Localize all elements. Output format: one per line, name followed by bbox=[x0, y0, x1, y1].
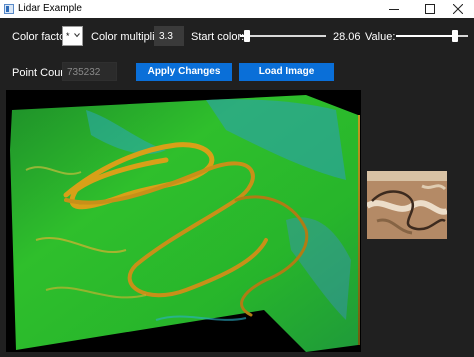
color-factor-value: * bbox=[66, 31, 70, 41]
chevron-down-icon bbox=[74, 33, 80, 38]
close-icon bbox=[453, 4, 463, 14]
minimize-icon bbox=[389, 9, 399, 10]
color-factor-select[interactable]: * bbox=[62, 26, 83, 46]
point-count-field: 735232 bbox=[62, 62, 117, 81]
start-color-slider[interactable] bbox=[240, 29, 326, 43]
title-bar: Lidar Example bbox=[0, 0, 474, 18]
start-color-value: 28.06 bbox=[333, 31, 361, 43]
start-color-label: Start color: bbox=[191, 31, 245, 43]
source-image-thumbnail bbox=[367, 171, 447, 239]
value-label: Value: bbox=[365, 31, 396, 43]
load-image-button[interactable]: Load Image bbox=[239, 63, 334, 81]
terrain-render bbox=[10, 95, 360, 352]
apply-changes-button[interactable]: Apply Changes bbox=[136, 63, 232, 81]
slider-fill bbox=[396, 35, 455, 37]
color-factor-label: Color factor bbox=[12, 31, 69, 43]
color-multiplier-input[interactable]: 3.3 bbox=[154, 26, 184, 46]
aerial-photo-thumbnail bbox=[367, 171, 447, 239]
value-slider[interactable] bbox=[396, 29, 468, 43]
app-window-icon bbox=[4, 4, 14, 14]
maximize-icon bbox=[425, 4, 435, 14]
terrain-side bbox=[358, 115, 360, 345]
app-body: Color factor * Color multiplier 3.3 Star… bbox=[0, 18, 474, 357]
close-button[interactable] bbox=[442, 0, 474, 18]
slider-thumb[interactable] bbox=[452, 30, 458, 42]
slider-track bbox=[240, 35, 326, 37]
lidar-3d-viewport[interactable] bbox=[6, 90, 361, 352]
minimize-button[interactable] bbox=[378, 0, 410, 18]
window-title: Lidar Example bbox=[18, 3, 82, 14]
slider-thumb[interactable] bbox=[244, 30, 250, 42]
